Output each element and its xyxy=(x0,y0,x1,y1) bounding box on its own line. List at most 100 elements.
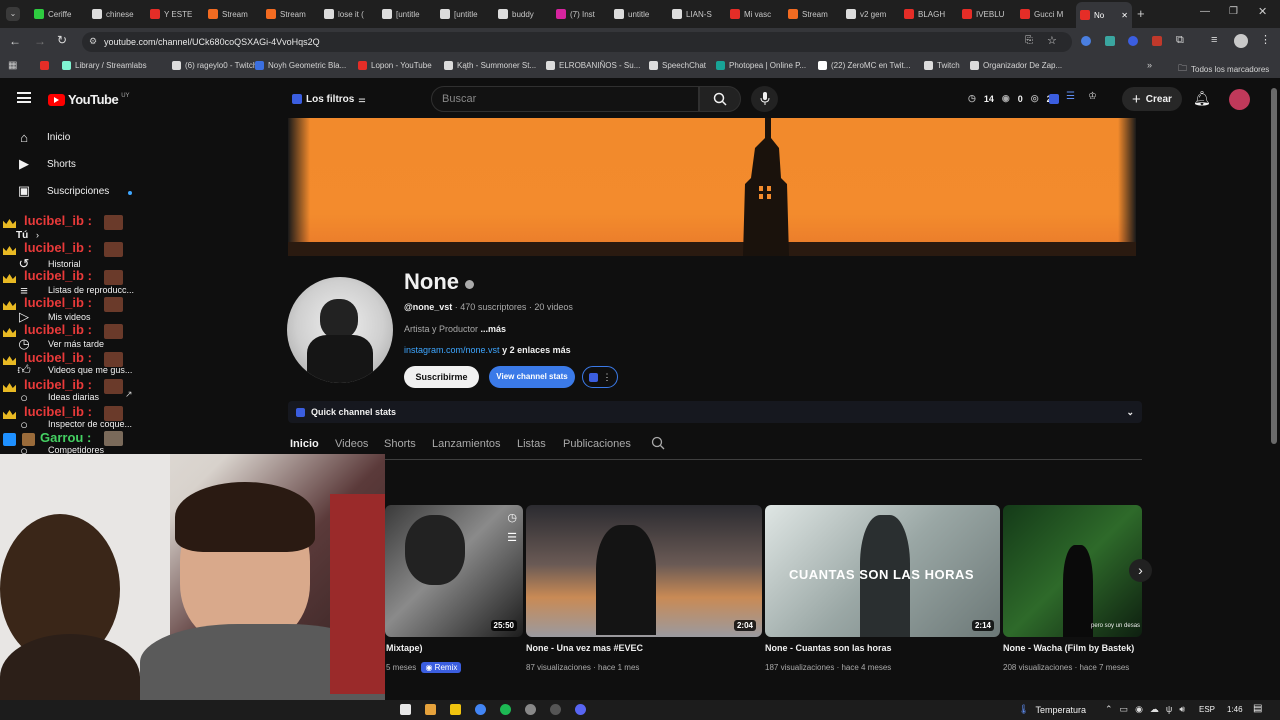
extension-icon[interactable] xyxy=(1105,36,1115,46)
extension-icon[interactable] xyxy=(1128,36,1138,46)
bookmark-item[interactable]: Kąth - Summoner St... xyxy=(444,61,536,70)
channel-tab[interactable]: Publicaciones xyxy=(563,438,631,450)
video-title[interactable]: None - Una vez mas #EVEC xyxy=(526,643,643,653)
bookmark-item[interactable]: (6) rageylo0 - Twitch xyxy=(172,61,257,70)
address-bar[interactable]: ⚙ youtube.com/channel/UCk680coQSXAGi-4Vv… xyxy=(82,32,1072,52)
extension-icon[interactable] xyxy=(1152,36,1162,46)
discord-icon[interactable] xyxy=(575,704,586,715)
bookmark-item[interactable]: ELROBANIÑOS - Su... xyxy=(546,61,640,70)
reload-icon[interactable]: ↻ xyxy=(57,33,67,47)
channel-tab[interactable]: Inicio xyxy=(290,438,319,450)
shelf-next-button[interactable]: › xyxy=(1129,559,1152,582)
queue-icon[interactable]: ≡ xyxy=(1211,34,1217,46)
bookmark-item[interactable]: SpeechChat xyxy=(649,61,706,70)
back-icon[interactable]: ← xyxy=(9,34,21,48)
browser-tab[interactable]: Y ESTE xyxy=(146,4,200,24)
browser-tab[interactable]: Ceriffe xyxy=(30,4,84,24)
install-app-icon[interactable]: ⎘ xyxy=(1025,35,1033,46)
channel-search-icon[interactable] xyxy=(651,436,665,455)
browser-tab[interactable]: Stream xyxy=(204,4,258,24)
trophy-icon[interactable]: ♔ xyxy=(1088,91,1097,102)
add-to-queue-icon[interactable]: ☰ xyxy=(507,531,517,544)
puzzle-icon[interactable]: ⧉ xyxy=(1176,34,1184,47)
voice-search-button[interactable] xyxy=(751,86,778,112)
close-tab-icon[interactable]: ✕ xyxy=(1121,11,1128,20)
youtube-logo[interactable]: YouTube UY xyxy=(48,92,130,107)
video-title[interactable]: None - Wacha (Film by Bastek) xyxy=(1003,643,1134,653)
browser-tab[interactable]: BLAGH xyxy=(900,4,954,24)
menu-dots-icon[interactable]: ⋮ xyxy=(1260,33,1271,46)
browser-tab[interactable]: LIAN-S xyxy=(668,4,722,24)
create-button[interactable]: + Crear xyxy=(1122,87,1182,111)
file-explorer-icon[interactable] xyxy=(450,704,461,715)
browser-tab[interactable]: v2 gem xyxy=(842,4,896,24)
tab-search-button[interactable]: ⌄ xyxy=(6,7,20,21)
bookmark-item[interactable] xyxy=(40,61,53,70)
channel-tab[interactable]: Lanzamientos xyxy=(432,438,501,450)
bookmark-item[interactable]: Photopea | Online P... xyxy=(716,61,806,70)
spotify-icon[interactable] xyxy=(500,704,511,715)
bookmark-item[interactable]: Organizador De Zap... xyxy=(970,61,1062,70)
bookmark-item[interactable]: Noyh Geometric Bla... xyxy=(255,61,346,70)
account-avatar[interactable] xyxy=(1229,89,1250,110)
quick-channel-stats-bar[interactable]: Quick channel stats ⌄ xyxy=(288,401,1142,423)
bookmark-item[interactable]: Library / Streamlabs xyxy=(62,61,147,70)
video-title[interactable]: None - Cuantas son las horas xyxy=(765,643,892,653)
page-scrollbar[interactable] xyxy=(1271,88,1277,444)
weather-widget[interactable]: 🌡︎ Temperatura xyxy=(1018,704,1086,715)
filters-chip[interactable]: Los filtros ⚌ xyxy=(292,90,366,108)
browser-tab[interactable]: chinese xyxy=(88,4,142,24)
apps-grid-icon[interactable]: ▦ xyxy=(8,60,17,71)
video-title[interactable]: Mixtape) xyxy=(386,643,423,653)
sidebar-item[interactable]: ○ Ideas diarias xyxy=(16,390,99,405)
search-button[interactable] xyxy=(699,86,741,112)
channel-description[interactable]: Artista y Productor ...más xyxy=(404,324,506,334)
clock[interactable]: 1:46 xyxy=(1227,705,1243,714)
bookmark-item[interactable]: Lopon - YouTube xyxy=(358,61,432,70)
taskbar-app-icon[interactable] xyxy=(425,704,436,715)
sidebar-item[interactable]: ▣ Suscripciones xyxy=(16,183,109,198)
bookmark-item[interactable]: (22) ZeroMC en Twit... xyxy=(818,61,910,70)
browser-tab[interactable]: (7) Inst xyxy=(552,4,606,24)
bookmark-star-icon[interactable]: ☆ xyxy=(1047,34,1057,47)
close-window-button[interactable]: ✕ xyxy=(1258,5,1267,18)
subscribe-button[interactable]: Suscribirme xyxy=(404,366,479,388)
description-more[interactable]: ...más xyxy=(481,324,507,334)
video-thumbnail[interactable]: CUANTAS SON LAS HORAS 2:14 xyxy=(765,505,1000,637)
extension-stats[interactable]: ◷14 ◉0 ◎2 xyxy=(968,93,1052,104)
restore-window-button[interactable]: ❐ xyxy=(1229,6,1238,17)
new-tab-button[interactable]: + xyxy=(1137,6,1145,21)
tray-icons[interactable]: ⌃ ▭ ◉ ☁ ψ 🔊︎ xyxy=(1105,704,1185,715)
sidebar-item[interactable]: ▶ Shorts xyxy=(16,156,76,171)
notification-center-icon[interactable]: ▤ xyxy=(1253,703,1262,714)
search-box[interactable]: Buscar xyxy=(431,86,699,112)
view-channel-stats-button[interactable]: View channel stats xyxy=(489,366,575,388)
list-icon[interactable]: ☰ xyxy=(1066,91,1075,102)
browser-tab[interactable]: [untitle xyxy=(436,4,490,24)
browser-tab[interactable]: Gucci M xyxy=(1016,4,1070,24)
sidebar-item[interactable]: ⌂ Inicio xyxy=(16,130,70,145)
more-bookmarks-icon[interactable]: » xyxy=(1147,60,1152,70)
browser-tab[interactable]: Mi vasc xyxy=(726,4,780,24)
video-thumbnail[interactable]: 2:04 xyxy=(526,505,762,637)
browser-tab[interactable]: IVEBLU xyxy=(958,4,1012,24)
sidebar-item[interactable]: ◷ Ver más tarde xyxy=(16,336,104,351)
channel-tab[interactable]: Listas xyxy=(517,438,546,450)
windows-start-icon[interactable] xyxy=(400,704,411,715)
obs-icon[interactable] xyxy=(525,704,536,715)
browser-tab[interactable]: buddy xyxy=(494,4,548,24)
channel-tab[interactable]: Videos xyxy=(335,438,368,450)
taskbar-app-icon[interactable] xyxy=(550,704,561,715)
extension-icon[interactable] xyxy=(1049,94,1059,104)
channel-tab[interactable]: Shorts xyxy=(384,438,416,450)
bookmark-item[interactable]: Twitch xyxy=(924,61,960,70)
video-thumbnail[interactable]: pero soy un desas xyxy=(1003,505,1142,637)
chrome-icon[interactable] xyxy=(475,704,486,715)
minimize-window-button[interactable]: — xyxy=(1200,6,1210,17)
browser-tab[interactable]: Stream xyxy=(262,4,316,24)
notifications-bell-icon[interactable]: 🔔︎ xyxy=(1193,90,1211,107)
hamburger-menu-icon[interactable] xyxy=(17,92,31,103)
profile-avatar[interactable] xyxy=(1234,34,1248,48)
more-links[interactable]: y 2 enlaces más xyxy=(502,345,571,355)
browser-tab[interactable]: No ✕ xyxy=(1076,2,1132,28)
